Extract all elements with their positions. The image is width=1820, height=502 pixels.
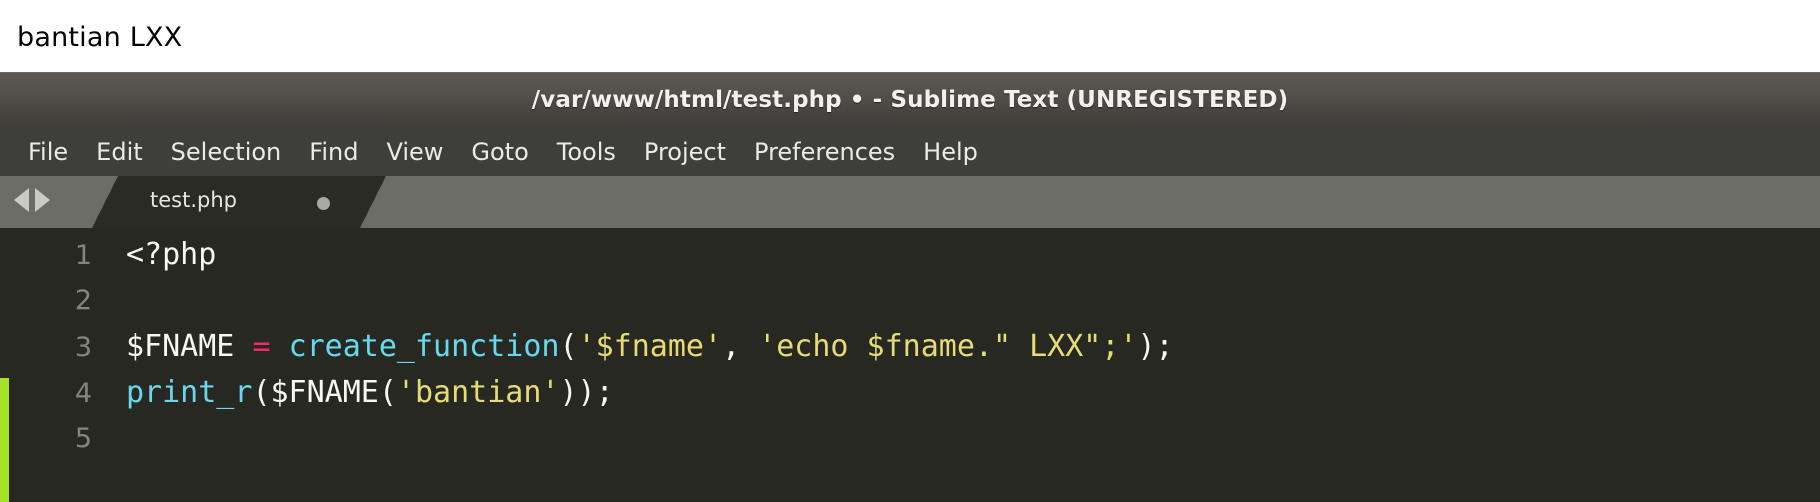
page-output-text: bantian LXX — [17, 22, 183, 53]
code-line[interactable]: 3 $FNAME = create_function('$fname', 'ech… — [0, 324, 1820, 370]
menu-item-tools[interactable]: Tools — [543, 137, 630, 167]
menu-item-help[interactable]: Help — [909, 137, 992, 167]
menu-item-goto[interactable]: Goto — [457, 137, 542, 167]
code-token: 'bantian' — [396, 375, 560, 410]
line-number: 5 — [74, 423, 92, 454]
code-token: print_r — [126, 375, 253, 410]
code-line[interactable]: 1 <?php — [0, 232, 1820, 278]
code-line[interactable]: 5 — [0, 416, 1820, 462]
window-title: /var/www/html/test.php • - Sublime Text … — [531, 87, 1289, 113]
code-lines-container: 1 <?php 2 3 $FNAME = create_function('$fname… — [0, 232, 1820, 462]
menu-item-find[interactable]: Find — [295, 137, 372, 167]
code-token: <?php — [126, 237, 217, 272]
code-token: = — [252, 329, 271, 364]
code-token: )); — [559, 375, 614, 410]
code-token: ); — [1137, 329, 1174, 364]
browser-output-area: bantian LXX — [0, 0, 1820, 72]
tab-label: test.php — [150, 188, 237, 212]
unsaved-dot-icon[interactable] — [317, 197, 330, 210]
tab-bar: test.php — [0, 176, 1820, 228]
window-title-bar[interactable]: /var/www/html/test.php • - Sublime Text … — [0, 72, 1820, 128]
code-line[interactable]: 4 print_r($FNAME('bantian')); — [0, 370, 1820, 416]
code-token: $FNAME — [126, 329, 253, 364]
menu-item-view[interactable]: View — [372, 137, 457, 167]
code-line-text[interactable]: print_r($FNAME('bantian')); — [92, 370, 614, 416]
sublime-text-window: /var/www/html/test.php • - Sublime Text … — [0, 72, 1820, 502]
triangle-right-icon[interactable] — [35, 188, 50, 212]
code-token: ( — [559, 329, 578, 364]
code-token: 'echo $fname." LXX";' — [758, 329, 1138, 364]
code-token: '$fname' — [577, 329, 723, 364]
menu-item-project[interactable]: Project — [630, 137, 740, 167]
code-token: ($FNAME( — [252, 375, 397, 410]
menu-item-preferences[interactable]: Preferences — [740, 137, 909, 167]
tab-test-php[interactable]: test.php — [92, 176, 386, 228]
menu-item-edit[interactable]: Edit — [82, 137, 156, 167]
line-number: 4 — [74, 378, 92, 409]
code-token: , — [722, 329, 759, 364]
tab-navigation-arrows — [14, 188, 50, 212]
menu-item-selection[interactable]: Selection — [157, 137, 296, 167]
code-editor[interactable]: 1 <?php 2 3 $FNAME = create_function('$fname… — [0, 228, 1820, 502]
line-number: 1 — [74, 240, 92, 271]
menu-bar: File Edit Selection Find View Goto Tools… — [0, 128, 1820, 176]
code-line-text[interactable]: $FNAME = create_function('$fname', 'echo… — [92, 324, 1174, 370]
code-line-text[interactable]: <?php — [92, 232, 216, 278]
triangle-left-icon[interactable] — [14, 188, 29, 212]
line-number: 3 — [74, 332, 92, 363]
line-number: 2 — [74, 285, 92, 316]
code-token: create_function — [288, 329, 560, 364]
menu-item-file[interactable]: File — [14, 137, 82, 167]
code-line[interactable]: 2 — [0, 278, 1820, 324]
